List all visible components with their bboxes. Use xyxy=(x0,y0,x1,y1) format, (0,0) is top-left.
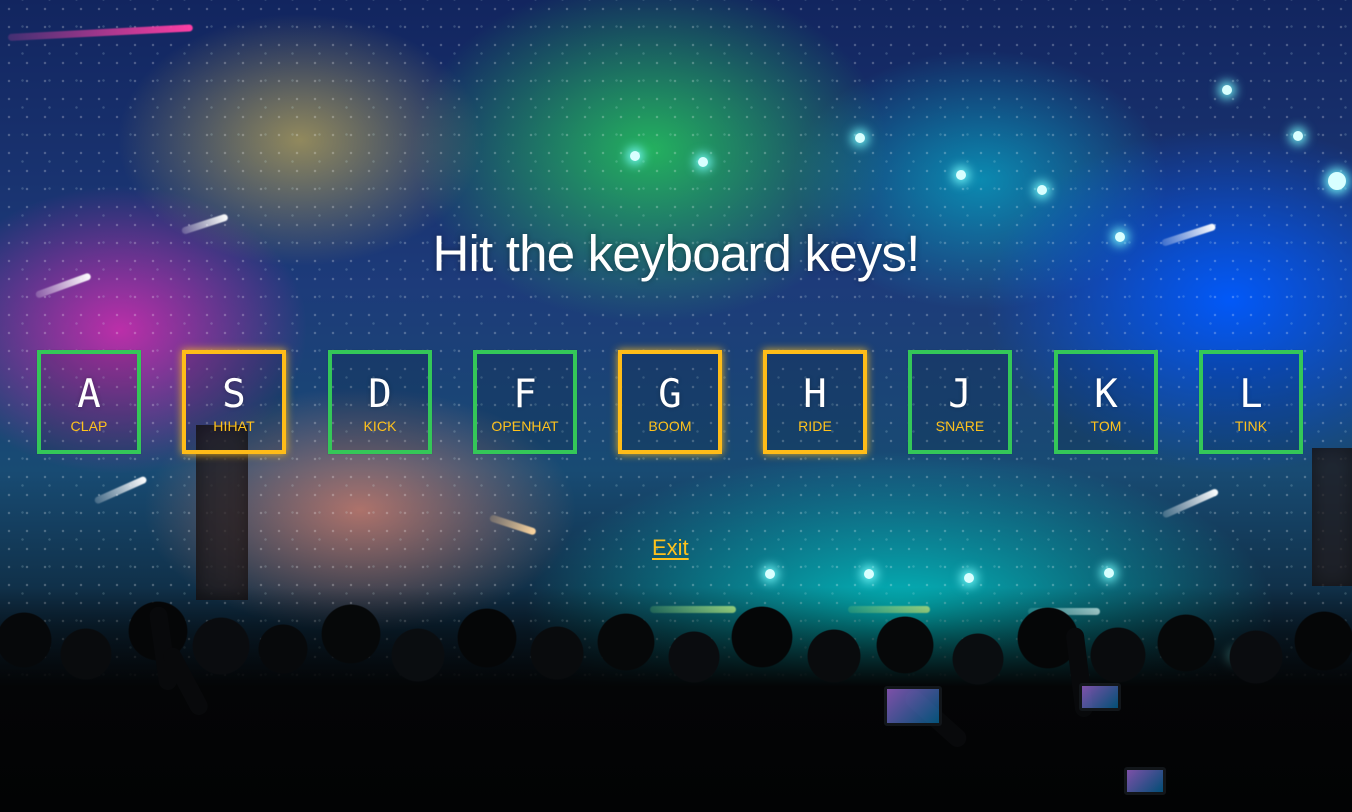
key-sound-label: OPENHAT xyxy=(491,418,559,434)
drum-key-a[interactable]: A CLAP xyxy=(37,350,141,454)
drum-key-g[interactable]: G BOOM xyxy=(618,350,722,454)
drum-key-s[interactable]: S HIHAT xyxy=(182,350,286,454)
exit-link[interactable]: Exit xyxy=(652,535,689,561)
key-sound-label: TINK xyxy=(1234,418,1268,434)
key-sound-label: HIHAT xyxy=(213,418,255,434)
key-letter: K xyxy=(1094,372,1118,417)
drum-key-row: A CLAP S HIHAT D KICK F OPENHAT G BOOM H… xyxy=(37,350,1309,460)
drum-key-d[interactable]: D KICK xyxy=(328,350,432,454)
page-title: Hit the keyboard keys! xyxy=(432,225,921,282)
key-sound-label: CLAP xyxy=(70,418,108,434)
key-letter: H xyxy=(803,372,827,417)
key-letter: D xyxy=(368,372,392,417)
key-letter: F xyxy=(513,372,537,417)
key-letter: S xyxy=(222,372,246,417)
drum-key-f[interactable]: F OPENHAT xyxy=(473,350,577,454)
key-letter: G xyxy=(658,372,682,417)
drum-key-k[interactable]: K TOM xyxy=(1054,350,1158,454)
key-sound-label: TOM xyxy=(1090,418,1122,434)
key-sound-label: KICK xyxy=(363,418,397,434)
key-sound-label: BOOM xyxy=(648,418,692,434)
key-letter: A xyxy=(77,372,101,417)
drum-key-l[interactable]: L TINK xyxy=(1199,350,1303,454)
drum-kit-content: Hit the keyboard keys! A CLAP S HIHAT D … xyxy=(0,0,1352,812)
concert-background: Hit the keyboard keys! A CLAP S HIHAT D … xyxy=(0,0,1352,812)
key-sound-label: RIDE xyxy=(798,418,832,434)
key-letter: J xyxy=(948,372,972,417)
drum-key-j[interactable]: J SNARE xyxy=(908,350,1012,454)
drum-key-h[interactable]: H RIDE xyxy=(763,350,867,454)
key-sound-label: SNARE xyxy=(935,418,985,434)
key-letter: L xyxy=(1239,372,1263,417)
